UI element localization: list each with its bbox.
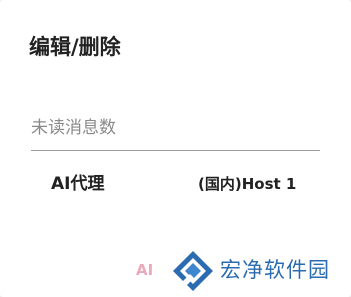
ai-proxy-label: AI代理 [51, 174, 105, 194]
ai-proxy-row[interactable]: AI代理 (国内)Host 1 [0, 166, 351, 202]
ai-action-button[interactable]: AI [130, 256, 159, 284]
dialog-title: 编辑/删除 [29, 35, 121, 59]
wk-logo-icon [173, 251, 213, 291]
watermark: 宏净软件园 [166, 246, 351, 297]
unread-count-field[interactable] [31, 108, 320, 152]
ai-proxy-value[interactable]: (国内)Host 1 [198, 173, 296, 195]
edit-delete-dialog: 编辑/删除 AI代理 (国内)Host 1 AI 宏净软件园 [0, 0, 351, 297]
unread-count-input[interactable] [31, 108, 320, 148]
field-underline [31, 150, 320, 151]
watermark-text: 宏净软件园 [220, 258, 330, 282]
